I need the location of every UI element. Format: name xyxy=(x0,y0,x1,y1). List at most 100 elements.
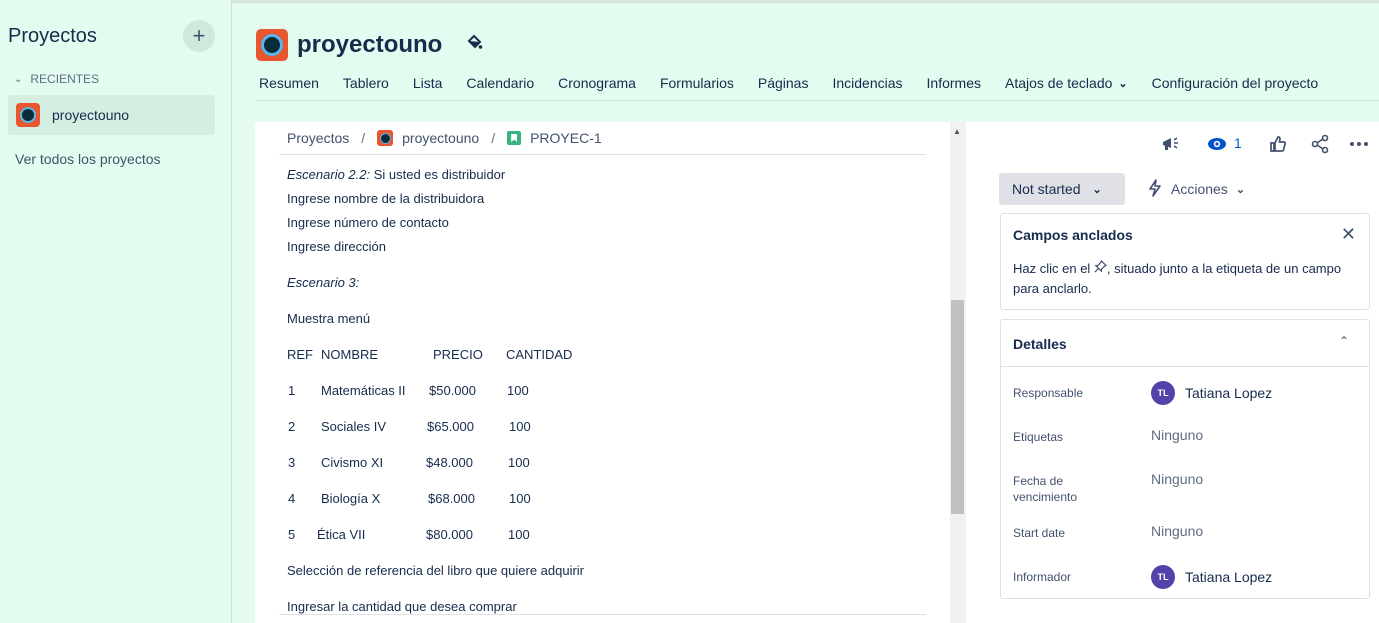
actions-dropdown-button[interactable]: Acciones ⌄ xyxy=(1147,173,1245,205)
table-header: CANTIDAD xyxy=(506,347,573,362)
recent-label: RECIENTES xyxy=(30,72,100,86)
table-cell: 2 xyxy=(288,419,296,434)
project-header: proyectouno Resumen Tablero Lista Calend… xyxy=(232,0,1379,101)
table-cell: 4 xyxy=(288,491,296,506)
tab-informes[interactable]: Informes xyxy=(927,75,981,91)
avatar: TL xyxy=(1151,565,1175,589)
more-options-icon[interactable] xyxy=(1347,132,1371,156)
plus-icon: + xyxy=(192,23,206,48)
breadcrumb-issue-link[interactable]: PROYEC-1 xyxy=(530,130,602,146)
tab-incidencias[interactable]: Incidencias xyxy=(832,75,902,91)
details-title: Detalles xyxy=(1013,336,1067,352)
doc-line: Ingrese número de contacto xyxy=(287,215,449,230)
pinned-fields-title: Campos anclados xyxy=(1013,227,1133,243)
sidebar: Proyectos + ⌄ RECIENTES proyectouno Ver … xyxy=(0,0,232,623)
due-date-value[interactable]: Ninguno xyxy=(1151,471,1203,487)
table-cell: $50.000 xyxy=(429,383,476,398)
breadcrumb-divider xyxy=(279,154,926,155)
scenario-3-label: Escenario 3: xyxy=(287,275,360,290)
issue-description-panel: Proyectos / proyectouno / PROYEC-1 Escen… xyxy=(255,122,965,623)
table-cell: $80.000 xyxy=(426,527,473,542)
thumbs-up-icon[interactable] xyxy=(1266,132,1290,156)
scrollbar-thumb[interactable] xyxy=(951,300,964,514)
reporter-value[interactable]: TL Tatiana Lopez xyxy=(1151,565,1272,589)
details-header[interactable]: Detalles ⌃ xyxy=(1001,320,1369,367)
pin-icon xyxy=(1094,259,1108,276)
close-icon[interactable]: ✕ xyxy=(1341,224,1356,245)
field-label-reporter: Informador xyxy=(1013,570,1072,584)
scroll-up-arrow-icon[interactable]: ▲ xyxy=(953,127,961,136)
sidebar-title: Proyectos xyxy=(8,25,97,47)
feedback-megaphone-icon[interactable] xyxy=(1158,132,1182,156)
breadcrumb-project-link[interactable]: proyectouno xyxy=(402,130,479,146)
reporter-name: Tatiana Lopez xyxy=(1185,569,1273,585)
story-icon xyxy=(507,131,522,145)
scenario-22-line: Escenario 2.2: Si usted es distribuidor xyxy=(287,167,505,182)
lightning-icon xyxy=(1147,178,1163,200)
scenario-22-text: Si usted es distribuidor xyxy=(370,167,506,182)
table-cell: Civismo XI xyxy=(321,455,384,470)
doc-line: Ingrese nombre de la distribuidora xyxy=(287,191,485,206)
pinned-fields-hint: Haz clic en el , situado junto a la etiq… xyxy=(1013,259,1353,299)
avatar: TL xyxy=(1151,381,1175,405)
labels-value[interactable]: Ninguno xyxy=(1151,427,1203,443)
tab-resumen[interactable]: Resumen xyxy=(259,75,319,91)
table-cell: 100 xyxy=(509,491,531,506)
chevron-down-icon: ⌄ xyxy=(14,73,23,85)
status-label: Not started xyxy=(1012,181,1081,197)
table-cell: $48.000 xyxy=(426,455,473,470)
table-cell: $68.000 xyxy=(428,491,475,506)
project-avatar-icon xyxy=(16,103,40,127)
start-date-value[interactable]: Ninguno xyxy=(1151,523,1203,539)
editor-bottom-divider xyxy=(279,614,926,615)
table-cell: 1 xyxy=(288,383,296,398)
tab-atajos-de-teclado[interactable]: Atajos de teclado ⌄ xyxy=(1005,75,1128,91)
breadcrumb-separator: / xyxy=(491,130,496,146)
table-cell: Ética VII xyxy=(317,527,366,542)
table-header: REF xyxy=(287,347,313,362)
tab-label: Atajos de teclado xyxy=(1004,75,1113,91)
project-name: proyectouno xyxy=(297,31,443,58)
table-cell: 100 xyxy=(508,455,530,470)
breadcrumb: Proyectos / proyectouno / PROYEC-1 xyxy=(287,130,602,146)
tab-formularios[interactable]: Formularios xyxy=(660,75,734,91)
breadcrumb-projects-link[interactable]: Proyectos xyxy=(287,130,349,146)
table-header: PRECIO xyxy=(433,347,483,362)
share-icon[interactable] xyxy=(1308,132,1332,156)
paint-bucket-icon[interactable] xyxy=(465,34,483,57)
scenario-22-label: Escenario 2.2: xyxy=(287,167,371,182)
status-dropdown-button[interactable]: Not started ⌄ xyxy=(999,173,1125,205)
tab-lista[interactable]: Lista xyxy=(413,75,443,91)
tab-cronograma[interactable]: Cronograma xyxy=(558,75,636,91)
tab-tablero[interactable]: Tablero xyxy=(343,75,389,91)
tab-configuracion[interactable]: Configuración del proyecto xyxy=(1152,75,1319,91)
table-cell: Sociales IV xyxy=(321,419,387,434)
chevron-down-icon: ⌄ xyxy=(1118,77,1128,90)
pinned-hint-before: Haz clic en el xyxy=(1013,261,1094,276)
add-project-button[interactable]: + xyxy=(183,20,215,52)
sidebar-item-label: proyectouno xyxy=(52,107,130,123)
vertical-scrollbar[interactable]: ▲ xyxy=(950,122,965,623)
breadcrumb-separator: / xyxy=(361,130,366,146)
table-cell: Matemáticas II xyxy=(321,383,406,398)
watch-count: 1 xyxy=(1234,135,1242,151)
project-tabs: Resumen Tablero Lista Calendario Cronogr… xyxy=(259,75,1342,91)
project-avatar-icon xyxy=(256,29,288,61)
recent-section-toggle[interactable]: ⌄ RECIENTES xyxy=(14,72,99,86)
table-cell: 100 xyxy=(509,419,531,434)
doc-line: Selección de referencia del libro que qu… xyxy=(287,563,585,578)
sidebar-item-proyectouno[interactable]: proyectouno xyxy=(8,95,215,135)
assignee-value[interactable]: TL Tatiana Lopez xyxy=(1151,381,1272,405)
field-label-labels: Etiquetas xyxy=(1013,430,1064,444)
table-cell: 3 xyxy=(288,455,296,470)
chevron-up-icon[interactable]: ⌃ xyxy=(1339,334,1349,348)
view-all-projects-link[interactable]: Ver todos los proyectos xyxy=(15,151,161,167)
table-cell: 5 xyxy=(288,527,296,542)
pinned-fields-card: Campos anclados ✕ Haz clic en el , situa… xyxy=(1000,213,1370,310)
tab-paginas[interactable]: Páginas xyxy=(758,75,809,91)
table-cell: Biología X xyxy=(321,491,381,506)
watch-eye-icon[interactable] xyxy=(1205,132,1229,156)
tab-calendario[interactable]: Calendario xyxy=(466,75,534,91)
tabs-divider xyxy=(256,100,1379,101)
doc-line: Ingrese dirección xyxy=(287,239,386,254)
